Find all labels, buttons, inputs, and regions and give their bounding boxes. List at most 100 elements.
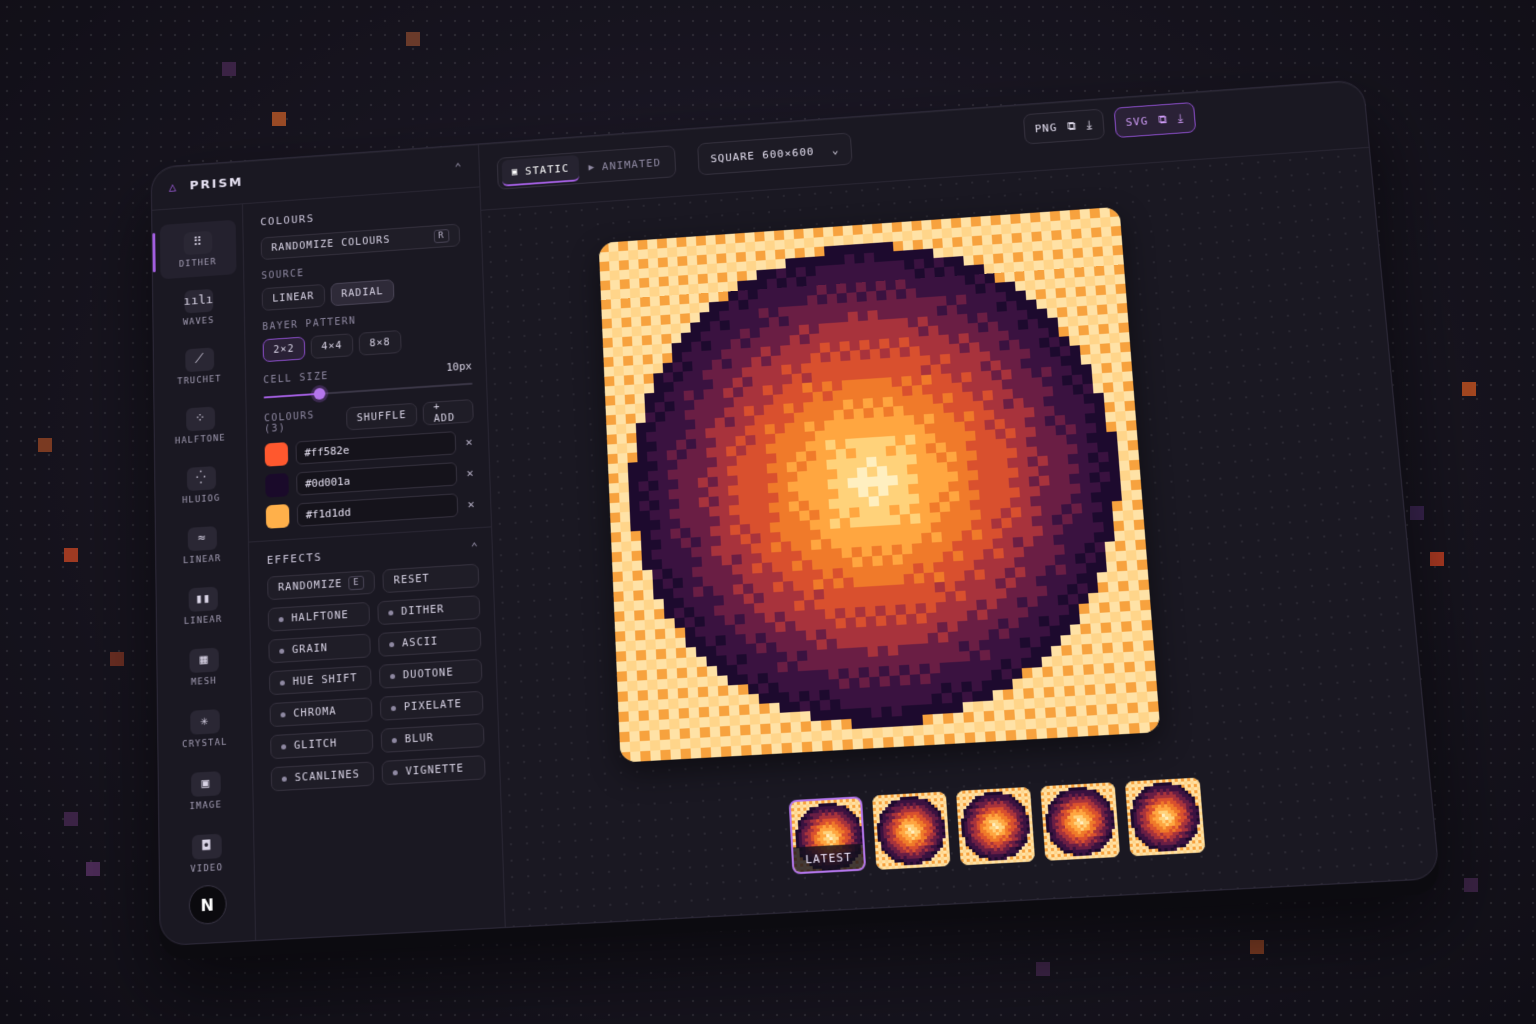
bayer-option-0[interactable]: 2×2 <box>262 336 306 363</box>
effect-vignette-button[interactable]: VIGNETTE <box>381 755 486 786</box>
copy-icon[interactable]: ⧉ <box>1158 112 1169 127</box>
thumbnail-artwork <box>872 791 951 870</box>
copy-icon[interactable]: ⧉ <box>1067 119 1078 134</box>
effect-duotone-button[interactable]: DUOTONE <box>378 658 483 689</box>
collapse-panel-button[interactable]: ⌃ <box>454 160 461 174</box>
background-pixel <box>1250 940 1264 954</box>
colour-list: ✕ ✕ ✕ <box>264 430 477 529</box>
effect-pixelate-button[interactable]: PIXELATE <box>379 690 484 721</box>
background-pixel <box>38 438 52 452</box>
bayer-option-2[interactable]: 8×8 <box>358 329 402 356</box>
rail-item-hluiog-4[interactable]: ⁛ HLUIOG <box>162 455 240 516</box>
download-icon[interactable]: ⤓ <box>1177 111 1184 126</box>
latest-label: LATEST <box>793 843 865 873</box>
effect-dot-icon <box>390 673 396 679</box>
crystal-icon: ✳ <box>189 708 220 735</box>
mode-static-tab[interactable]: ▣ STATIC <box>501 154 580 187</box>
background-pixel <box>64 812 78 826</box>
collapse-effects-button[interactable]: ⌃ <box>471 540 479 554</box>
halftone-icon: ⁘ <box>185 406 215 431</box>
thumbnail-artwork <box>1040 782 1121 861</box>
effect-label: DITHER <box>400 603 445 618</box>
rail-item-label: DITHER <box>178 257 217 270</box>
background-pixel <box>1430 552 1444 566</box>
colour-hex-input[interactable] <box>296 493 459 527</box>
rail-item-waves-1[interactable]: ıılı WAVES <box>160 278 237 338</box>
randomize-colours-button[interactable]: RANDOMIZE COLOURS R <box>260 223 461 261</box>
background-pixel <box>272 112 286 126</box>
history-thumbnail[interactable] <box>955 786 1036 866</box>
rail-item-video-10[interactable]: ◘ VIDEO <box>167 822 247 885</box>
rail-item-label: LINEAR <box>183 614 223 627</box>
effect-hue-shift-button[interactable]: HUE SHIFT <box>268 665 372 696</box>
effect-label: ASCII <box>401 635 439 650</box>
source-option-0[interactable]: LINEAR <box>261 283 326 311</box>
colour-row: ✕ <box>264 430 475 467</box>
app-name: PRISM <box>189 175 244 194</box>
background-pixel <box>86 862 100 876</box>
cell-size-label: CELL SIZE <box>263 371 329 387</box>
canvas-size-select[interactable]: SQUARE 600×600 ⌄ <box>697 132 853 176</box>
bayer-pattern-toggle: 2×2 4×4 8×8 <box>262 325 472 363</box>
background-pixel <box>1036 962 1050 976</box>
export-png-button[interactable]: PNG ⧉ ⤓ <box>1022 108 1105 145</box>
randomize-effects-button[interactable]: RANDOMIZE E <box>267 570 376 601</box>
effect-glitch-button[interactable]: GLITCH <box>270 729 374 760</box>
history-thumbnail[interactable] <box>872 791 951 870</box>
effect-scanlines-button[interactable]: SCANLINES <box>270 761 375 792</box>
slider-handle[interactable] <box>313 387 326 400</box>
effect-dot-icon <box>392 769 398 775</box>
rail-item-image-9[interactable]: ▣ IMAGE <box>166 760 246 823</box>
download-icon[interactable]: ⤓ <box>1086 117 1093 132</box>
effect-dot-icon <box>279 679 285 686</box>
colour-hex-input[interactable] <box>295 431 457 465</box>
effect-blur-button[interactable]: BLUR <box>380 722 485 753</box>
rail-item-linear-5[interactable]: ≈ LINEAR <box>163 515 241 576</box>
colour-swatch[interactable] <box>264 442 289 467</box>
colour-swatch[interactable] <box>265 472 289 498</box>
randomize-colours-label: RANDOMIZE COLOURS <box>271 234 391 254</box>
user-avatar[interactable]: N <box>188 884 227 926</box>
image-icon: ▣ <box>511 166 519 178</box>
shuffle-colours-button[interactable]: SHUFFLE <box>345 402 418 431</box>
add-colour-button[interactable]: + ADD <box>422 399 474 426</box>
rail-item-halftone-3[interactable]: ⁘ HALFTONE <box>162 395 240 456</box>
rail-item-crystal-8[interactable]: ✳ CRYSTAL <box>165 698 244 760</box>
reset-effects-button[interactable]: RESET <box>382 563 480 594</box>
effect-dot-icon <box>389 641 395 647</box>
rail-item-linear-6[interactable]: ▮▮ LINEAR <box>164 575 243 637</box>
effect-ascii-button[interactable]: ASCII <box>378 626 482 657</box>
remove-colour-icon[interactable]: ✕ <box>464 466 475 480</box>
canvas-size-value: SQUARE 600×600 <box>710 145 815 165</box>
effects-section-title: EFFECTS <box>266 550 323 567</box>
effect-label: VIGNETTE <box>405 762 465 778</box>
settings-panel: COLOURS RANDOMIZE COLOURS R SOURCE LINEA… <box>242 187 506 941</box>
history-thumbnail[interactable] <box>1124 777 1206 857</box>
colour-hex-input[interactable] <box>296 462 458 496</box>
rail-item-dither-0[interactable]: ⠿ DITHER <box>159 219 237 280</box>
colour-swatch[interactable] <box>265 503 290 529</box>
remove-colour-icon[interactable]: ✕ <box>463 435 474 449</box>
mode-label: ANIMATED <box>601 156 662 173</box>
effect-dither-button[interactable]: DITHER <box>377 595 481 626</box>
rail-item-truchet-2[interactable]: ⟋ TRUCHET <box>161 336 238 396</box>
export-svg-button[interactable]: SVG ⧉ ⤓ <box>1113 102 1197 139</box>
background-pixel <box>1462 382 1476 396</box>
effect-grain-button[interactable]: GRAIN <box>268 633 371 664</box>
source-option-1[interactable]: RADIAL <box>330 279 395 307</box>
remove-colour-icon[interactable]: ✕ <box>465 497 476 511</box>
chevron-up-icon: ⌃ <box>454 160 462 174</box>
rail-item-mesh-7[interactable]: ▦ MESH <box>164 636 243 698</box>
effect-chroma-button[interactable]: CHROMA <box>269 697 373 728</box>
rail-item-label: CRYSTAL <box>182 737 228 750</box>
effect-dot-icon <box>278 616 284 622</box>
effect-dot-icon <box>391 737 397 743</box>
effect-halftone-button[interactable]: HALFTONE <box>267 601 371 632</box>
video-icon: ◘ <box>191 833 222 860</box>
mode-animated-tab[interactable]: ▶ ANIMATED <box>578 149 671 180</box>
dither-artwork-canvas[interactable] <box>598 206 1161 763</box>
effect-dot-icon <box>388 609 394 616</box>
history-thumbnail[interactable] <box>1040 782 1121 861</box>
history-thumbnail-latest[interactable]: LATEST <box>788 796 867 875</box>
bayer-option-1[interactable]: 4×4 <box>310 333 354 359</box>
